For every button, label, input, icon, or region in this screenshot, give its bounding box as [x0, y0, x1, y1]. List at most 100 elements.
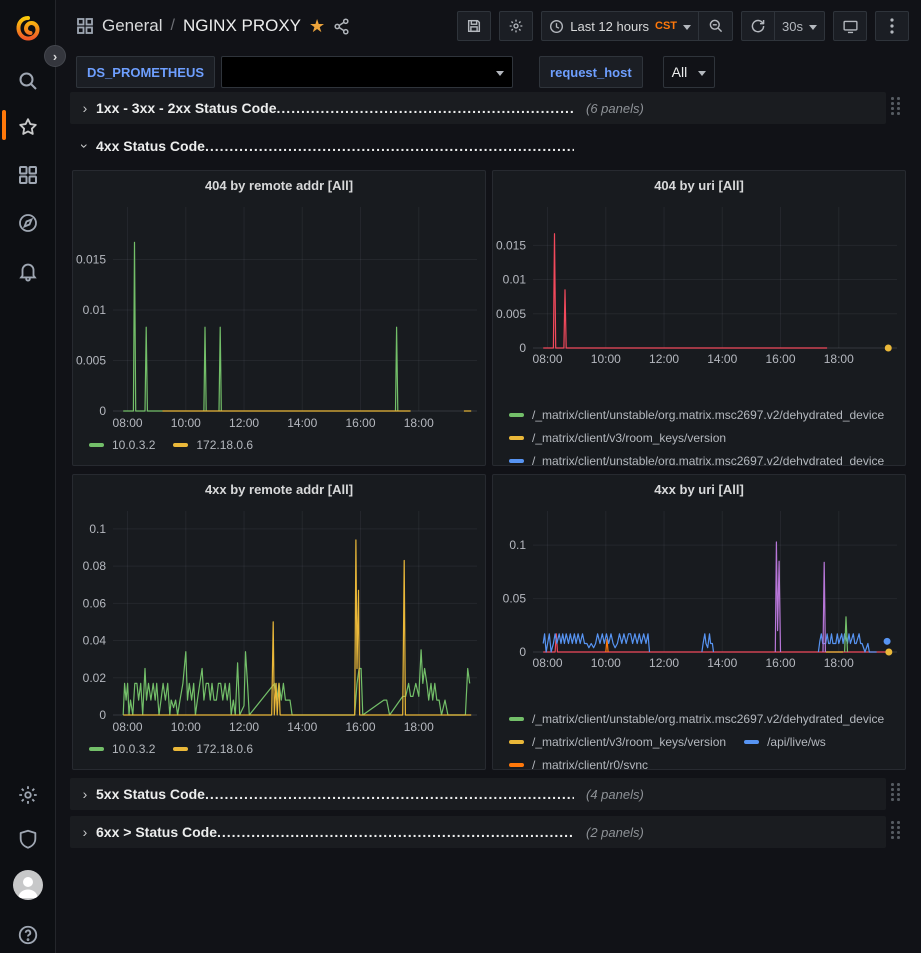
svg-text:08:00: 08:00 [533, 352, 563, 366]
legend-series-swatch-icon [89, 747, 104, 751]
svg-text:0.05: 0.05 [503, 592, 527, 606]
time-range-picker[interactable]: Last 12 hours CST [541, 11, 699, 41]
svg-text:08:00: 08:00 [113, 416, 143, 430]
variables-bar: DS_PROMETHEUS request_host All [56, 52, 921, 92]
tv-mode-button[interactable] [833, 11, 867, 41]
svg-text:08:00: 08:00 [533, 656, 563, 670]
sidebar-expand-button[interactable]: › [44, 45, 66, 67]
request-host-value: All [672, 64, 688, 80]
legend-item[interactable]: 10.0.3.2 [89, 438, 155, 452]
panel-title[interactable]: 4xx by uri [All] [493, 475, 905, 503]
row-leader-dots: ........................................… [277, 100, 574, 116]
row-panel-count: (2 panels) [586, 825, 644, 840]
legend-item[interactable]: /_matrix/client/unstable/org.matrix.msc2… [509, 712, 884, 726]
legend-item[interactable]: 10.0.3.2 [89, 742, 155, 756]
grafana-logo-icon[interactable] [0, 12, 56, 46]
timeseries-chart[interactable]: 00.020.040.060.080.108:0010:0012:0014:00… [73, 505, 485, 742]
favorite-star-icon[interactable]: ★ [309, 17, 325, 35]
row-leader-dots: ........................................… [205, 138, 574, 154]
legend-series-swatch-icon [173, 443, 188, 447]
chevron-down-icon [809, 25, 817, 30]
server-admin-shield-icon[interactable] [0, 822, 56, 856]
variable-ds-prometheus-label[interactable]: DS_PROMETHEUS [76, 56, 215, 88]
panel-title[interactable]: 404 by uri [All] [493, 171, 905, 199]
panel-404-by-remote-addr: 404 by remote addr [All] 00.0050.010.015… [72, 170, 486, 466]
timeseries-chart[interactable]: 00.0050.010.01508:0010:0012:0014:0016:00… [73, 201, 485, 438]
kebab-menu-button[interactable] [875, 11, 909, 41]
search-icon[interactable] [0, 64, 56, 98]
row-drag-handle[interactable] [891, 97, 903, 119]
apps-grid-icon[interactable] [76, 17, 94, 35]
legend-row: /_matrix/client/v3/room_keys/version [509, 426, 901, 449]
time-controls: Last 12 hours CST [541, 11, 733, 41]
legend-item[interactable]: /_matrix/client/r0/sync [509, 758, 648, 771]
grafana-app: › General / NGINX PROXY ★ [0, 0, 921, 953]
breadcrumb-folder[interactable]: General [102, 16, 162, 36]
dashboards-icon[interactable] [0, 158, 56, 192]
save-dashboard-button[interactable] [457, 11, 491, 41]
row-header-5xx[interactable]: › 5xx Status Code ......................… [70, 778, 886, 810]
breadcrumb: General / NGINX PROXY ★ [76, 16, 350, 36]
row-header-4xx[interactable]: › 4xx Status Code ......................… [70, 132, 886, 160]
legend-series-label: /api/live/ws [767, 735, 826, 749]
svg-text:0.015: 0.015 [496, 238, 526, 252]
svg-text:10:00: 10:00 [171, 720, 201, 734]
panel-legend: 10.0.3.2 172.18.0.6 [89, 737, 481, 760]
help-icon[interactable] [0, 918, 56, 952]
svg-text:10:00: 10:00 [591, 656, 621, 670]
panel-title[interactable]: 404 by remote addr [All] [73, 171, 485, 199]
row-title: 6xx > Status Code [96, 824, 217, 840]
legend-row: /_matrix/client/r0/sync [509, 753, 901, 770]
dashboard-settings-button[interactable] [499, 11, 533, 41]
legend-series-swatch-icon [509, 459, 524, 463]
zoom-out-time-button[interactable] [699, 11, 733, 41]
panel-title[interactable]: 4xx by remote addr [All] [73, 475, 485, 503]
legend-item[interactable]: /_matrix/client/v3/room_keys/version [509, 735, 726, 749]
svg-text:0: 0 [99, 708, 106, 722]
breadcrumb-separator: / [170, 17, 174, 35]
redacted-value [230, 61, 482, 83]
user-avatar[interactable] [0, 868, 56, 902]
legend-row: /_matrix/client/unstable/org.matrix.msc2… [509, 449, 901, 466]
svg-text:14:00: 14:00 [707, 352, 737, 366]
variable-request-host-label[interactable]: request_host [539, 56, 643, 88]
legend-series-label: /_matrix/client/unstable/org.matrix.msc2… [532, 712, 884, 726]
starred-dashboards-icon[interactable] [0, 110, 56, 144]
refresh-button[interactable] [741, 11, 775, 41]
explore-compass-icon[interactable] [0, 206, 56, 240]
alerting-bell-icon[interactable] [0, 254, 56, 288]
legend-series-swatch-icon [509, 763, 524, 767]
row-drag-handle[interactable] [891, 783, 903, 805]
svg-text:0.04: 0.04 [83, 634, 107, 648]
row-title: 1xx - 3xx - 2xx Status Code [96, 100, 277, 116]
chevron-down-icon [496, 71, 504, 76]
configuration-gear-icon[interactable] [0, 778, 56, 812]
row-header-1xx-3xx-2xx[interactable]: › 1xx - 3xx - 2xx Status Code ..........… [70, 92, 886, 124]
variable-request-host-select[interactable]: All [663, 56, 715, 88]
row-drag-handle[interactable] [891, 821, 903, 843]
legend-row: /_matrix/client/unstable/org.matrix.msc2… [509, 403, 901, 426]
variable-ds-prometheus-select[interactable] [221, 56, 513, 88]
legend-item[interactable]: /_matrix/client/unstable/org.matrix.msc2… [509, 454, 884, 467]
row-leader-dots: ........................................… [217, 824, 574, 840]
legend-item[interactable]: /_matrix/client/unstable/org.matrix.msc2… [509, 408, 884, 422]
dashboard-toolbar: General / NGINX PROXY ★ [56, 0, 921, 52]
legend-series-swatch-icon [173, 747, 188, 751]
legend-series-swatch-icon [509, 413, 524, 417]
row-header-6xx[interactable]: › 6xx > Status Code ....................… [70, 816, 886, 848]
refresh-interval-picker[interactable]: 30s [775, 11, 825, 41]
refresh-interval-label: 30s [782, 19, 803, 34]
sidebar [0, 0, 56, 953]
share-icon[interactable] [333, 18, 350, 35]
timeseries-chart[interactable]: 00.0050.010.01508:0010:0012:0014:0016:00… [493, 201, 905, 372]
svg-text:0.005: 0.005 [496, 307, 526, 321]
row-leader-dots: ........................................… [205, 786, 574, 802]
timeseries-chart[interactable]: 00.050.108:0010:0012:0014:0016:0018:00 [493, 505, 905, 676]
svg-text:16:00: 16:00 [766, 352, 796, 366]
svg-text:18:00: 18:00 [404, 416, 434, 430]
legend-item[interactable]: /api/live/ws [744, 735, 826, 749]
legend-item[interactable]: /_matrix/client/v3/room_keys/version [509, 431, 726, 445]
legend-item[interactable]: 172.18.0.6 [173, 438, 253, 452]
dashboard-title[interactable]: NGINX PROXY [183, 16, 301, 36]
legend-item[interactable]: 172.18.0.6 [173, 742, 253, 756]
